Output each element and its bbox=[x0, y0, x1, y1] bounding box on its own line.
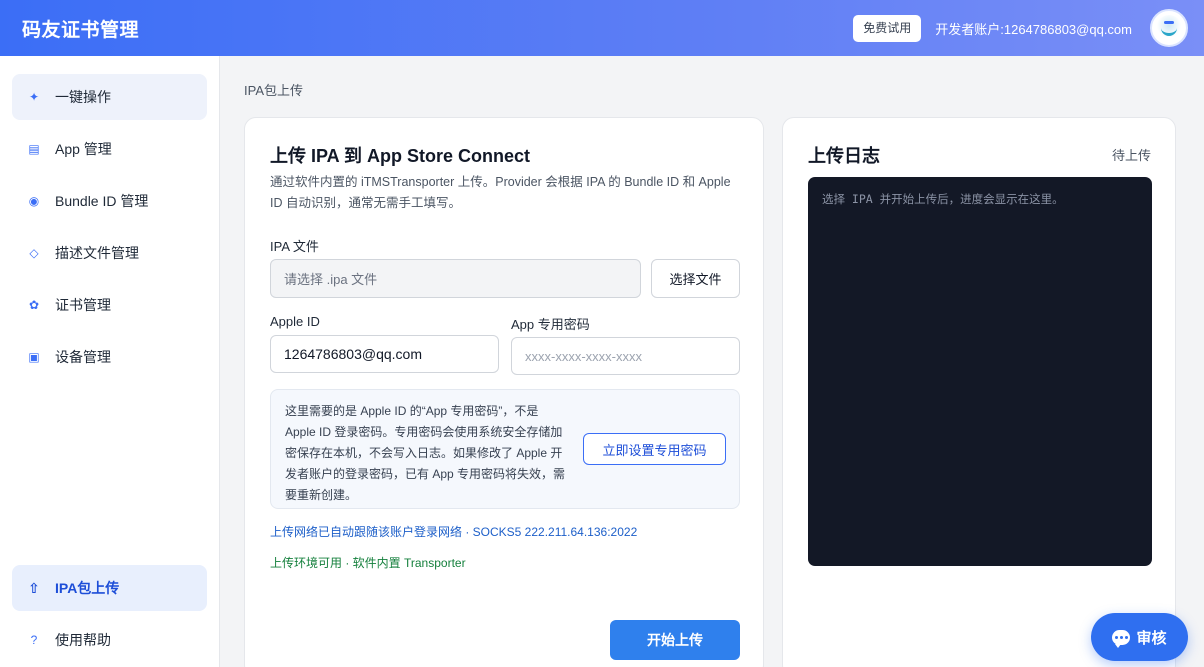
sidebar: ✦ 一键操作 ▤ App 管理 ◉ Bundle ID 管理 ◇ 描述文件管理 … bbox=[0, 56, 220, 667]
target-icon: ◉ bbox=[28, 194, 40, 208]
log-card: 上传日志 待上传 选择 IPA 并开始上传后，进度会显示在这里。 bbox=[782, 117, 1176, 667]
sidebar-item-profiles[interactable]: ◇ 描述文件管理 bbox=[12, 230, 207, 276]
sidebar-item-label: Bundle ID 管理 bbox=[55, 193, 149, 209]
notice-text: 这里需要的是 Apple ID 的“App 专用密码”，不是 Apple ID … bbox=[285, 404, 566, 502]
upload-description: 通过软件内置的 iTMSTransporter 上传。Provider 会根据 … bbox=[270, 175, 731, 210]
review-chat-button[interactable]: 审核 bbox=[1091, 613, 1188, 661]
sidebar-item-label: 使用帮助 bbox=[55, 632, 111, 648]
list-icon: ▤ bbox=[28, 142, 40, 156]
network-info: 上传网络已自动跟随该账户登录网络 · SOCKS5 222.211.64.136… bbox=[270, 525, 638, 539]
setup-app-password-button[interactable]: 立即设置专用密码 bbox=[583, 433, 726, 465]
log-console[interactable]: 选择 IPA 并开始上传后，进度会显示在这里。 bbox=[808, 177, 1152, 566]
top-header: 码友证书管理 免费试用 开发者账户:1264786803@qq.com bbox=[0, 0, 1204, 56]
sidebar-item-label: IPA包上传 bbox=[55, 580, 120, 596]
sidebar-item-one-click[interactable]: ✦ 一键操作 bbox=[12, 74, 207, 120]
sidebar-item-help[interactable]: ? 使用帮助 bbox=[12, 617, 207, 663]
sidebar-item-label: App 管理 bbox=[55, 141, 112, 157]
log-title: 上传日志 bbox=[808, 146, 880, 166]
breadcrumb: IPA包上传 bbox=[244, 83, 303, 98]
app-password-label: App 专用密码 bbox=[511, 317, 590, 332]
ipa-file-field[interactable]: 请选择 .ipa 文件 bbox=[270, 259, 641, 298]
upload-card: 上传 IPA 到 App Store Connect 通过软件内置的 iTMST… bbox=[244, 117, 764, 667]
sidebar-item-label: 设备管理 bbox=[55, 349, 111, 365]
diamond-icon: ◇ bbox=[29, 246, 39, 260]
upload-arrow-icon: ⇧ bbox=[28, 579, 40, 596]
upload-title: 上传 IPA 到 App Store Connect bbox=[270, 146, 531, 166]
sidebar-item-label: 一键操作 bbox=[55, 89, 111, 105]
developer-account: 开发者账户:1264786803@qq.com bbox=[935, 21, 1132, 37]
apple-id-label: Apple ID bbox=[270, 314, 320, 329]
review-label: 审核 bbox=[1136, 629, 1167, 647]
upload-status: 待上传 bbox=[1111, 148, 1151, 163]
sparkle-icon: ✦ bbox=[28, 90, 40, 104]
sidebar-item-bundle-id[interactable]: ◉ Bundle ID 管理 bbox=[12, 178, 207, 224]
brand-logo-icon bbox=[1156, 15, 1182, 41]
sidebar-item-app[interactable]: ▤ App 管理 bbox=[12, 126, 207, 172]
app-title: 码友证书管理 bbox=[22, 19, 140, 41]
apple-id-input[interactable] bbox=[270, 335, 499, 373]
chat-bubble-icon bbox=[1112, 629, 1131, 648]
sidebar-item-label: 证书管理 bbox=[55, 297, 111, 313]
help-icon: ? bbox=[30, 633, 38, 647]
environment-status: 上传环境可用 · 软件内置 Transporter bbox=[270, 556, 466, 570]
badge-icon: ✿ bbox=[28, 298, 40, 312]
sidebar-item-label: 描述文件管理 bbox=[55, 245, 139, 261]
sidebar-item-ipa-upload[interactable]: ⇧ IPA包上传 bbox=[12, 565, 207, 611]
sidebar-item-certificates[interactable]: ✿ 证书管理 bbox=[12, 282, 207, 328]
password-notice: 这里需要的是 Apple ID 的“App 专用密码”，不是 Apple ID … bbox=[270, 389, 740, 509]
device-icon: ▣ bbox=[28, 350, 40, 364]
app-password-input[interactable] bbox=[511, 337, 740, 375]
avatar[interactable] bbox=[1150, 9, 1188, 47]
choose-file-button[interactable]: 选择文件 bbox=[651, 259, 740, 298]
log-placeholder: 选择 IPA 并开始上传后，进度会显示在这里。 bbox=[822, 192, 1064, 206]
free-trial-button[interactable]: 免费试用 bbox=[853, 14, 922, 42]
sidebar-item-devices[interactable]: ▣ 设备管理 bbox=[12, 334, 207, 380]
start-upload-button[interactable]: 开始上传 bbox=[610, 620, 740, 660]
ipa-file-label: IPA 文件 bbox=[270, 239, 319, 254]
